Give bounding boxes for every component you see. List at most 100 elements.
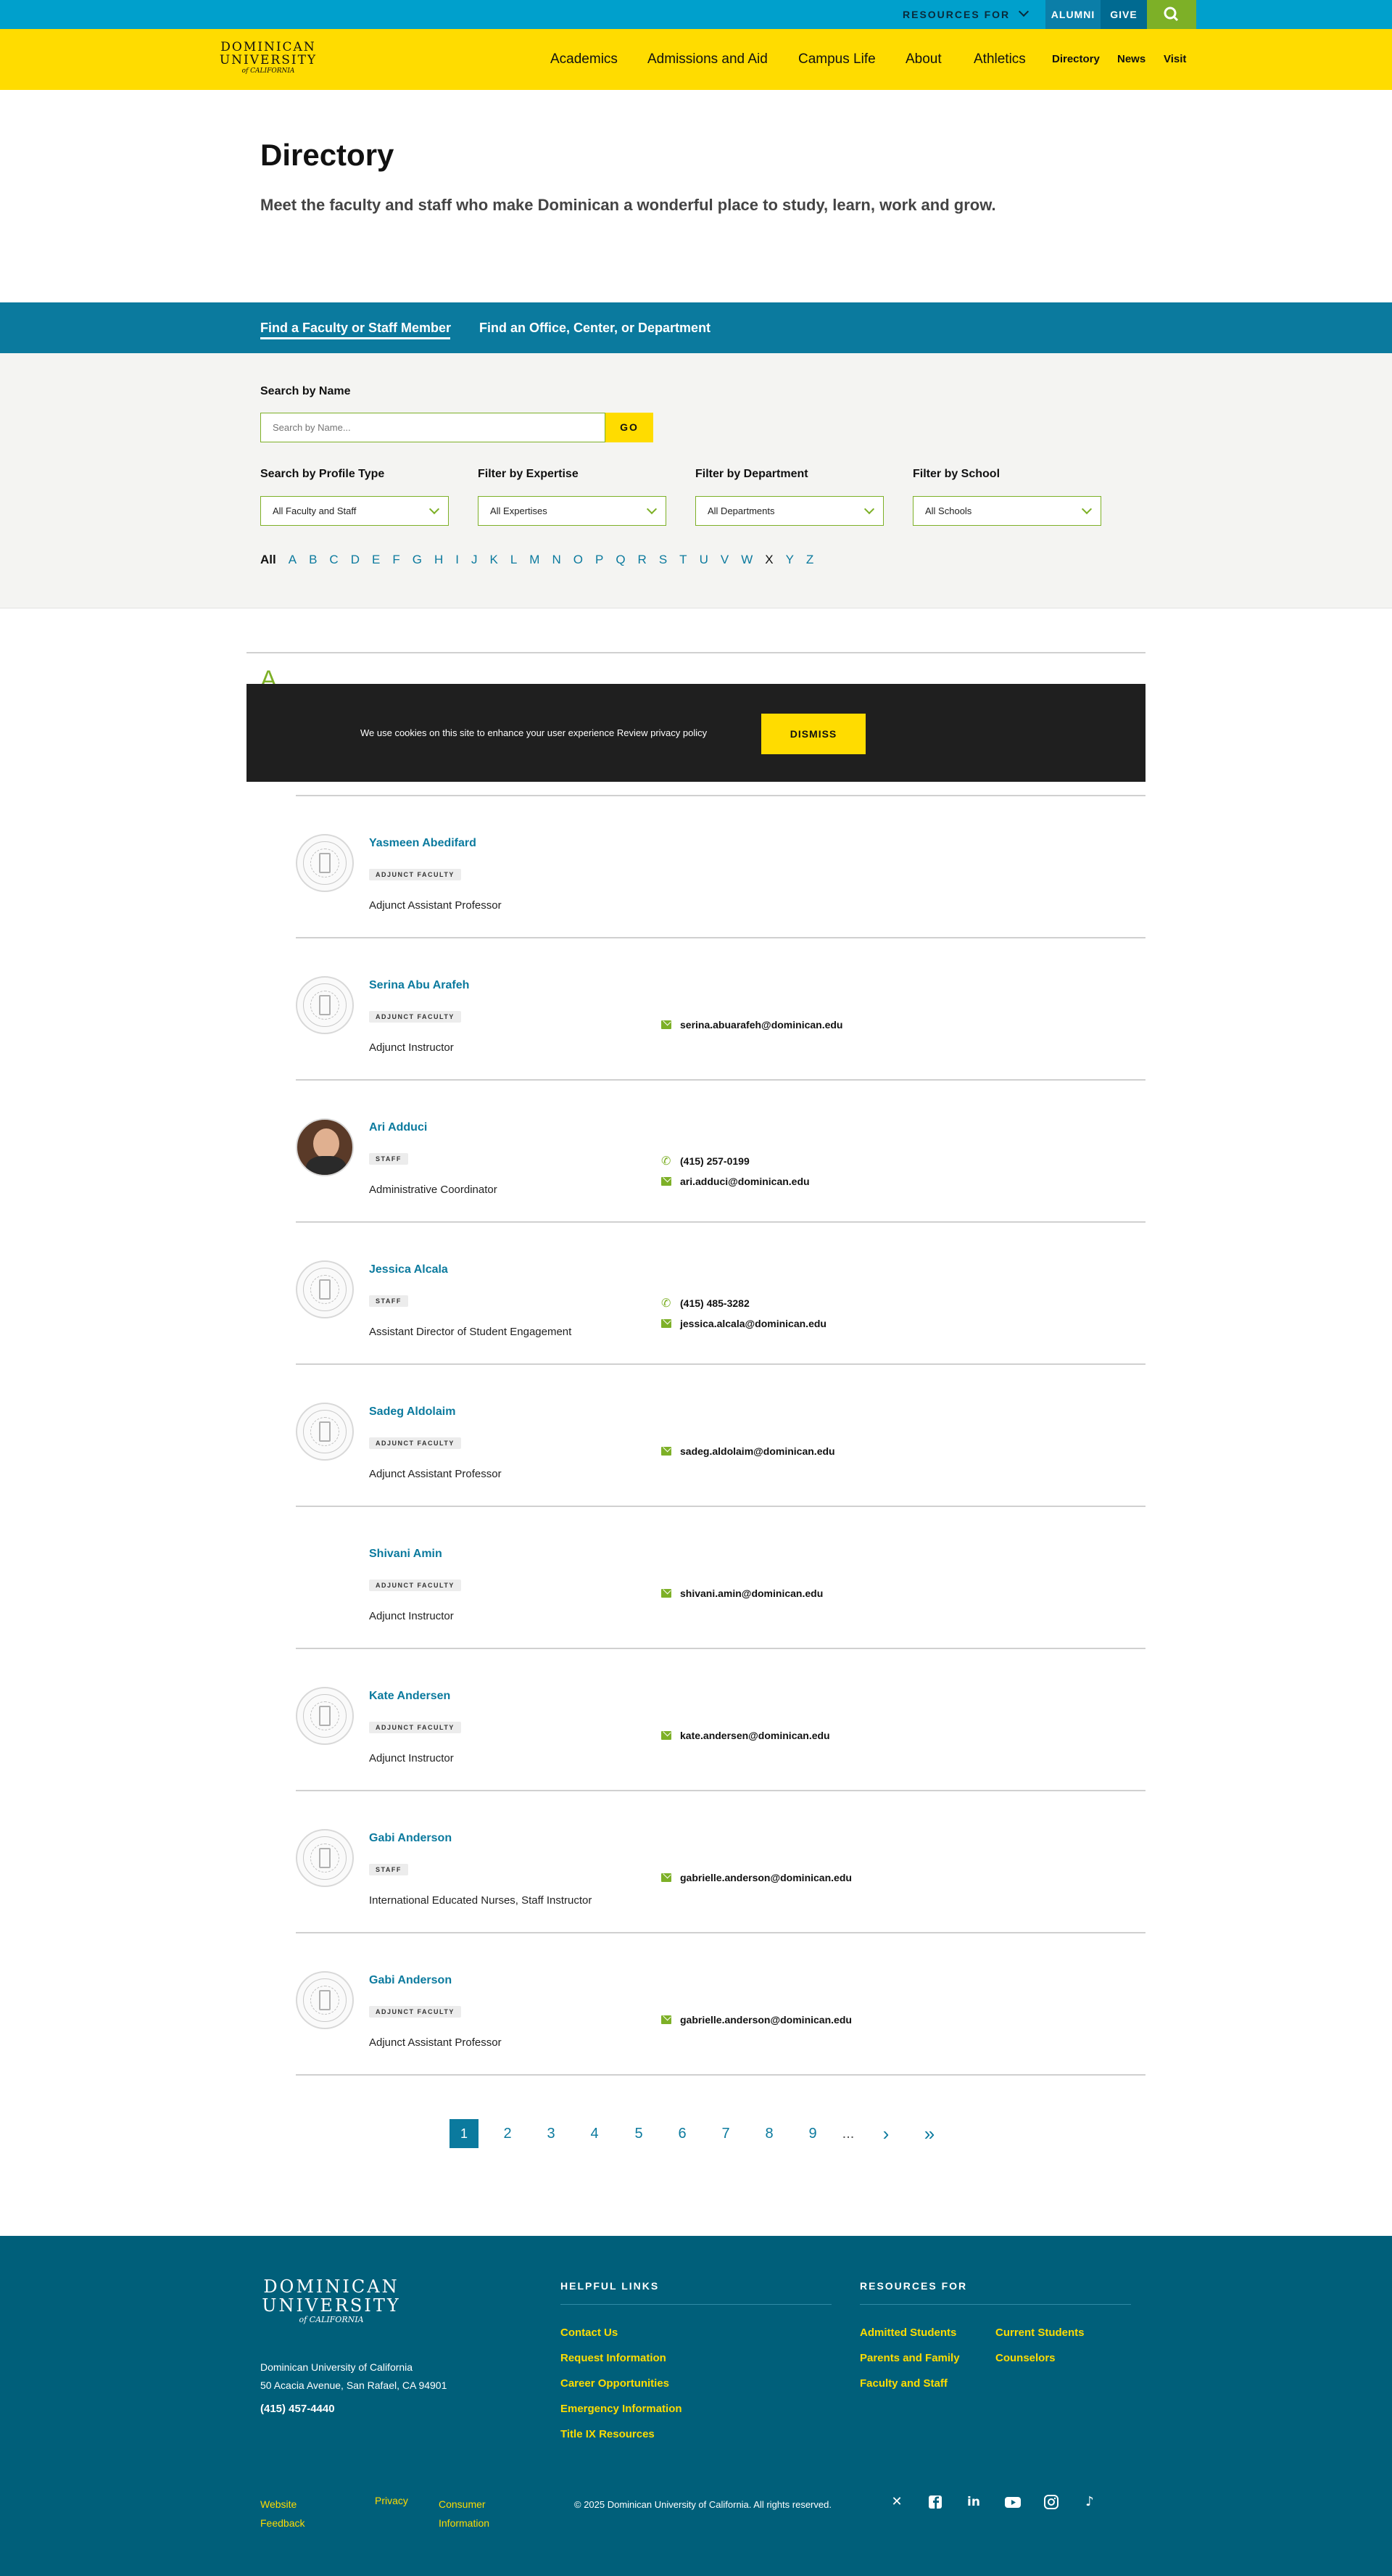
person-email[interactable]: jessica.alcala@dominican.edu — [680, 1318, 826, 1329]
person-email[interactable]: kate.andersen@dominican.edu — [680, 1730, 830, 1741]
footer-logo[interactable]: DOMINICAN UNIVERSITY of CALIFORNIA — [260, 2277, 402, 2324]
resources-link[interactable]: Counselors — [995, 2352, 1056, 2364]
helpful-link[interactable]: Emergency Information — [560, 2403, 682, 2415]
footer-phone[interactable]: (415) 457-4440 — [260, 2403, 335, 2415]
person-phone[interactable]: (415) 257-0199 — [680, 1155, 750, 1167]
next-page-button[interactable]: › — [871, 2119, 900, 2148]
alpha-e[interactable]: E — [372, 553, 380, 567]
site-search-button[interactable] — [1147, 0, 1196, 29]
person-phone[interactable]: (415) 485-3282 — [680, 1297, 750, 1309]
alpha-n[interactable]: N — [552, 553, 560, 567]
nav-athletics[interactable]: Athletics — [974, 29, 1026, 90]
person-name[interactable]: Jessica Alcala — [369, 1263, 448, 1276]
person-name[interactable]: Serina Abu Arafeh — [369, 979, 469, 992]
nav-directory[interactable]: Directory — [1052, 29, 1100, 90]
alpha-h[interactable]: H — [434, 553, 443, 567]
alpha-p[interactable]: P — [595, 553, 603, 567]
alpha-all[interactable]: All — [260, 553, 276, 567]
tiktok-icon[interactable]: ♪ — [1082, 2494, 1098, 2510]
dismiss-button[interactable]: DISMISS — [761, 714, 866, 754]
nav-campus-life[interactable]: Campus Life — [798, 29, 876, 90]
alpha-s[interactable]: S — [659, 553, 667, 567]
website-feedback-link[interactable]: Website Feedback — [260, 2495, 318, 2532]
alpha-j[interactable]: J — [471, 553, 478, 567]
expertise-select[interactable]: All Expertises — [478, 496, 666, 526]
alpha-i[interactable]: I — [455, 553, 459, 567]
helpful-link[interactable]: Title IX Resources — [560, 2428, 655, 2440]
give-link[interactable]: GIVE — [1101, 0, 1147, 29]
alpha-f[interactable]: F — [392, 553, 399, 567]
alpha-u[interactable]: U — [700, 553, 708, 567]
person-email[interactable]: gabrielle.anderson@dominican.edu — [680, 1872, 852, 1883]
youtube-icon[interactable] — [1004, 2494, 1021, 2510]
go-button[interactable]: GO — [605, 413, 653, 442]
helpful-link[interactable]: Career Opportunities — [560, 2377, 669, 2390]
person-name[interactable]: Shivani Amin — [369, 1548, 442, 1561]
resources-link[interactable]: Parents and Family — [860, 2352, 960, 2364]
page-5[interactable]: 5 — [624, 2119, 653, 2148]
alpha-y[interactable]: Y — [786, 553, 794, 567]
page-9[interactable]: 9 — [798, 2119, 827, 2148]
alpha-t[interactable]: T — [679, 553, 687, 567]
resources-link[interactable]: Faculty and Staff — [860, 2377, 948, 2390]
resources-link[interactable]: Admitted Students — [860, 2327, 956, 2339]
person-email[interactable]: sadeg.aldolaim@dominican.edu — [680, 1445, 835, 1457]
alpha-k[interactable]: K — [489, 553, 497, 567]
privacy-link[interactable]: Privacy — [375, 2495, 408, 2506]
alpha-r[interactable]: R — [638, 553, 647, 567]
privacy-policy-link[interactable]: Review privacy policy — [617, 727, 707, 738]
alpha-d[interactable]: D — [351, 553, 360, 567]
page-3[interactable]: 3 — [536, 2119, 566, 2148]
alpha-z[interactable]: Z — [806, 553, 813, 567]
linkedin-icon[interactable]: in — [966, 2494, 982, 2510]
x-twitter-icon[interactable]: ✕ — [889, 2494, 905, 2510]
nav-visit[interactable]: Visit — [1164, 29, 1186, 90]
page-1[interactable]: 1 — [450, 2119, 478, 2148]
person-email[interactable]: ari.adduci@dominican.edu — [680, 1176, 810, 1187]
person-email[interactable]: serina.abuarafeh@dominican.edu — [680, 1019, 843, 1031]
resources-link[interactable]: Current Students — [995, 2327, 1085, 2339]
tab-office-department[interactable]: Find an Office, Center, or Department — [479, 302, 710, 353]
person-name[interactable]: Ari Adduci — [369, 1121, 427, 1134]
alpha-q[interactable]: Q — [616, 553, 625, 567]
page-4[interactable]: 4 — [580, 2119, 609, 2148]
helpful-link[interactable]: Request Information — [560, 2352, 666, 2364]
consumer-information-link[interactable]: Consumer Information — [439, 2495, 504, 2532]
profile-type-select[interactable]: All Faculty and Staff — [260, 496, 449, 526]
site-logo[interactable]: DOMINICAN UNIVERSITY of CALIFORNIA — [210, 41, 326, 78]
department-select[interactable]: All Departments — [695, 496, 884, 526]
nav-news[interactable]: News — [1117, 29, 1146, 90]
page-7[interactable]: 7 — [711, 2119, 740, 2148]
alpha-v[interactable]: V — [721, 553, 729, 567]
alpha-c[interactable]: C — [329, 553, 338, 567]
person-email[interactable]: shivani.amin@dominican.edu — [680, 1588, 823, 1599]
last-page-button[interactable]: » — [915, 2119, 944, 2148]
name-search-input[interactable] — [260, 413, 605, 442]
page-8[interactable]: 8 — [755, 2119, 784, 2148]
nav-about[interactable]: About — [906, 29, 942, 90]
person-name[interactable]: Kate Andersen — [369, 1690, 450, 1703]
resources-for-dropdown[interactable]: RESOURCES FOR — [903, 0, 1030, 29]
nav-academics[interactable]: Academics — [550, 29, 618, 90]
alpha-m[interactable]: M — [529, 553, 539, 567]
school-select[interactable]: All Schools — [913, 496, 1101, 526]
alumni-link[interactable]: ALUMNI — [1045, 0, 1101, 29]
alpha-w[interactable]: W — [741, 553, 753, 567]
person-name[interactable]: Gabi Anderson — [369, 1974, 452, 1987]
page-6[interactable]: 6 — [668, 2119, 697, 2148]
alpha-a[interactable]: A — [289, 553, 297, 567]
nav-admissions[interactable]: Admissions and Aid — [647, 29, 768, 90]
person-name[interactable]: Yasmeen Abedifard — [369, 837, 476, 850]
facebook-icon[interactable] — [927, 2494, 943, 2510]
page-2[interactable]: 2 — [493, 2119, 522, 2148]
alpha-x[interactable]: X — [765, 553, 773, 567]
alpha-l[interactable]: L — [510, 553, 517, 567]
alpha-b[interactable]: B — [309, 553, 317, 567]
person-name[interactable]: Gabi Anderson — [369, 1832, 452, 1845]
tab-faculty-staff[interactable]: Find a Faculty or Staff Member — [260, 302, 451, 353]
alpha-g[interactable]: G — [413, 553, 422, 567]
alpha-o[interactable]: O — [573, 553, 583, 567]
person-name[interactable]: Sadeg Aldolaim — [369, 1405, 455, 1419]
helpful-link[interactable]: Contact Us — [560, 2327, 618, 2339]
person-email[interactable]: gabrielle.anderson@dominican.edu — [680, 2014, 852, 2026]
